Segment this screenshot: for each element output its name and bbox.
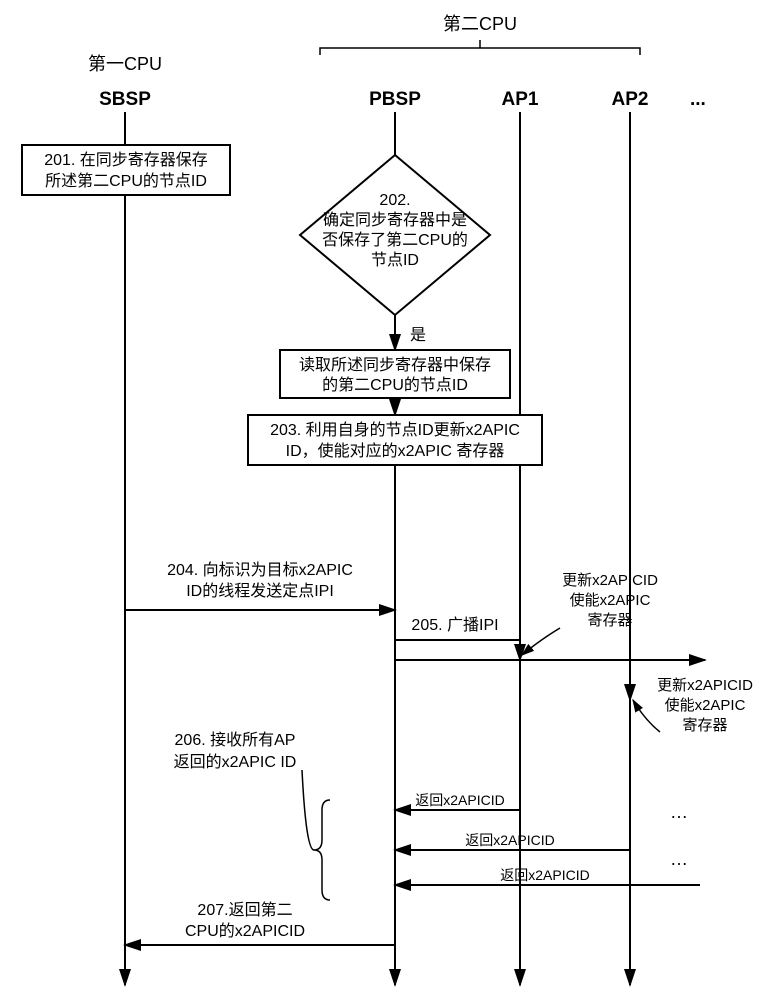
header-ap2: AP2 xyxy=(612,89,649,110)
readbox-l2: 的第二CPU的节点ID xyxy=(322,376,468,394)
sequence-diagram: 第二CPU 第一CPU SBSP PBSP AP1 AP2 ... 201. 在… xyxy=(0,0,763,1000)
step207-l1: 207.返回第二 xyxy=(197,901,292,919)
step207-l2: CPU的x2APICID xyxy=(185,922,305,940)
step203-l1: 203. 利用自身的节点ID更新x2APIC xyxy=(270,421,520,439)
step201-l1: 201. 在同步寄存器保存 xyxy=(44,151,208,169)
connector-ap1box xyxy=(522,628,560,655)
cpu2-bracket xyxy=(320,40,640,55)
header-sbsp: SBSP xyxy=(99,89,151,110)
ap2box-l1: 更新x2APICID xyxy=(657,677,753,694)
return-ap2-label: 返回x2APICID xyxy=(465,832,554,848)
step202-l4: 节点ID xyxy=(371,251,419,269)
step202-l1: 202. xyxy=(379,192,410,209)
ap1box-l1: 更新x2APICID xyxy=(562,572,658,589)
step202-yes: 是 xyxy=(410,327,426,344)
ap1box-l3: 寄存器 xyxy=(587,611,632,629)
step206-l1: 206. 接收所有AP xyxy=(175,731,296,749)
return-dots1: … xyxy=(670,802,688,822)
return-dots2: … xyxy=(670,849,688,869)
header-dots: ... xyxy=(690,89,706,110)
ap1box-l2: 使能x2APIC xyxy=(570,592,651,609)
return-ap1-label: 返回x2APICID xyxy=(415,792,504,808)
brace-206-tail xyxy=(302,770,314,850)
step202-l2: 确定同步寄存器中是 xyxy=(323,211,467,229)
brace-206 xyxy=(314,800,330,900)
connector-ap2box xyxy=(633,700,660,732)
header-ap1: AP1 xyxy=(502,89,539,110)
return-r3-label: 返回x2APICID xyxy=(500,867,589,883)
step203-l2: ID，使能对应的x2APIC 寄存器 xyxy=(286,441,505,460)
step204-l1: 204. 向标识为目标x2APIC xyxy=(167,561,353,579)
step204-l2: ID的线程发送定点IPI xyxy=(186,582,334,600)
ap2box-l2: 使能x2APIC xyxy=(665,697,746,714)
label-cpu2: 第二CPU xyxy=(443,14,517,34)
label-cpu1: 第一CPU xyxy=(88,54,162,74)
ap2box-l3: 寄存器 xyxy=(682,716,727,734)
readbox-l1: 读取所述同步寄存器中保存 xyxy=(299,356,491,374)
step206-l2: 返回的x2APIC ID xyxy=(174,753,297,771)
step205-label: 205. 广播IPI xyxy=(411,616,498,634)
step201-l2: 所述第二CPU的节点ID xyxy=(45,172,207,190)
step202-l3: 否保存了第二CPU的 xyxy=(322,231,468,249)
header-pbsp: PBSP xyxy=(369,89,421,110)
